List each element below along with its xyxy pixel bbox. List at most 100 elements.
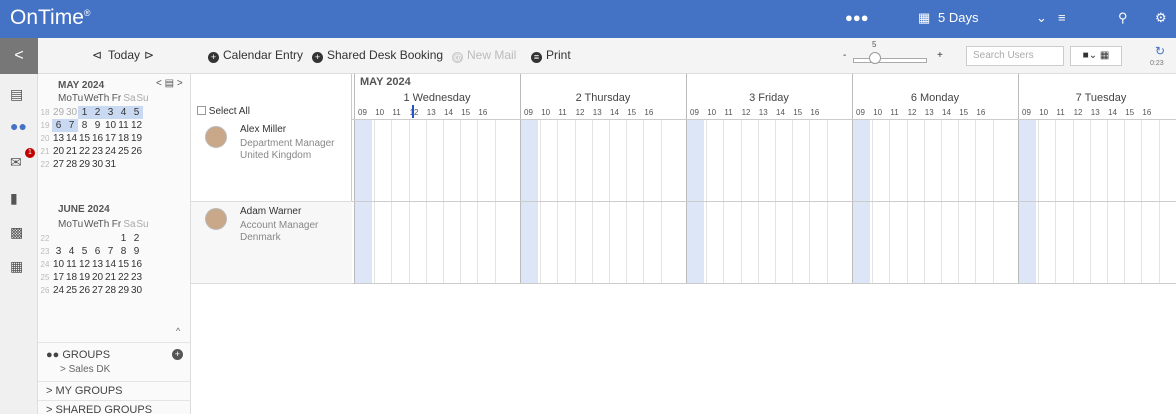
calendar-entry-button[interactable]: + Calendar Entry: [208, 48, 303, 63]
calendar-day[interactable]: 29: [52, 106, 65, 119]
calendar-day[interactable]: 7: [65, 119, 78, 132]
calendar-day[interactable]: 31: [104, 158, 117, 171]
groups-header[interactable]: ●● GROUPS +: [38, 342, 191, 364]
building-icon[interactable]: ▩: [10, 224, 23, 241]
day-header[interactable]: 6 Monday: [852, 92, 1018, 104]
calendar-day[interactable]: 21: [65, 145, 78, 158]
zoom-handle[interactable]: [869, 52, 881, 64]
zoom-slider[interactable]: [853, 58, 927, 63]
calendar-day[interactable]: 16: [130, 258, 143, 271]
new-mail-button[interactable]: @ New Mail: [452, 48, 516, 63]
calendar-day[interactable]: 29: [117, 284, 130, 297]
zoom-minus[interactable]: -: [843, 50, 846, 61]
add-group-icon[interactable]: +: [172, 349, 183, 360]
calendar-day[interactable]: 11: [65, 258, 78, 271]
people-icon[interactable]: ●●: [10, 118, 27, 134]
prev-button[interactable]: ⊲: [92, 48, 102, 62]
calendar-day[interactable]: 12: [130, 119, 143, 132]
gear-icon[interactable]: ⚙: [1155, 10, 1167, 26]
mail-icon[interactable]: ✉: [10, 154, 22, 171]
month-nav[interactable]: < ▤ >: [156, 78, 183, 89]
people-toggle-icon[interactable]: ●●●: [845, 10, 869, 25]
calendar-day[interactable]: 25: [117, 145, 130, 158]
calendar-day[interactable]: 8: [117, 245, 130, 258]
calendar-day[interactable]: 30: [130, 284, 143, 297]
calendar-day[interactable]: 24: [52, 284, 65, 297]
calendar-day[interactable]: 10: [52, 258, 65, 271]
shared-desk-button[interactable]: + Shared Desk Booking: [312, 48, 443, 63]
today-button[interactable]: Today: [108, 48, 140, 62]
select-all-checkbox[interactable]: Select All: [197, 106, 250, 117]
calendar-day[interactable]: 3: [104, 106, 117, 119]
calendar-day[interactable]: 12: [78, 258, 91, 271]
calendar-day[interactable]: 21: [104, 271, 117, 284]
calendar-day[interactable]: 13: [91, 258, 104, 271]
collapse-calendar-icon[interactable]: ^: [176, 326, 180, 336]
calendar-day[interactable]: 26: [78, 284, 91, 297]
zoom-plus[interactable]: +: [937, 50, 943, 61]
calendar-day[interactable]: 6: [91, 245, 104, 258]
calendar-day[interactable]: 23: [91, 145, 104, 158]
calendar-day[interactable]: 17: [52, 271, 65, 284]
calendar-view-icon[interactable]: ▦: [918, 10, 930, 26]
day-header[interactable]: 1 Wednesday: [354, 92, 520, 104]
person-row[interactable]: Alex Miller Department Manager United Ki…: [191, 120, 352, 202]
calendar-day[interactable]: 4: [65, 245, 78, 258]
calendar-day[interactable]: 4: [117, 106, 130, 119]
calendar-day[interactable]: 1: [78, 106, 91, 119]
calendar-day[interactable]: 1: [117, 232, 130, 245]
calendar-day[interactable]: 27: [52, 158, 65, 171]
calendar-day[interactable]: 25: [65, 284, 78, 297]
refresh-icon[interactable]: ↻: [1155, 44, 1165, 58]
day-header[interactable]: 2 Thursday: [520, 92, 686, 104]
apps-grid-icon[interactable]: ▦: [10, 258, 23, 275]
chevron-down-icon[interactable]: ⌄: [1036, 10, 1047, 26]
person-row[interactable]: Adam Warner Account Manager Denmark: [191, 202, 352, 284]
calendar-day[interactable]: 23: [130, 271, 143, 284]
next-button[interactable]: ⊳: [144, 48, 154, 62]
print-button[interactable]: ≡ Print: [531, 48, 571, 63]
calendar-day[interactable]: 9: [91, 119, 104, 132]
current-group[interactable]: > Sales DK: [38, 364, 191, 381]
calendar-day[interactable]: 27: [91, 284, 104, 297]
calendar-day[interactable]: 22: [78, 145, 91, 158]
calendar-day[interactable]: 28: [65, 158, 78, 171]
calendar-day[interactable]: 14: [65, 132, 78, 145]
calendar-day[interactable]: 18: [117, 132, 130, 145]
calendar-day[interactable]: 2: [91, 106, 104, 119]
calendar-day[interactable]: 20: [52, 145, 65, 158]
calendar-day[interactable]: 15: [78, 132, 91, 145]
calendar-day[interactable]: 2: [130, 232, 143, 245]
collapse-sidebar-button[interactable]: <: [0, 38, 38, 74]
day-header[interactable]: 3 Friday: [686, 92, 852, 104]
chart-icon[interactable]: ▮: [10, 190, 18, 207]
calendar-day[interactable]: 6: [52, 119, 65, 132]
calendar-day[interactable]: 8: [78, 119, 91, 132]
calendar-day[interactable]: 19: [130, 132, 143, 145]
calendar-day[interactable]: 13: [52, 132, 65, 145]
search-icon[interactable]: ⚲: [1118, 10, 1128, 26]
calendar-day[interactable]: 15: [117, 258, 130, 271]
calendar-day[interactable]: 26: [130, 145, 143, 158]
day-header[interactable]: 7 Tuesday: [1018, 92, 1176, 104]
calendar-day[interactable]: 20: [91, 271, 104, 284]
days-selector[interactable]: 5 Days: [938, 10, 978, 25]
calendar-day[interactable]: 3: [52, 245, 65, 258]
calendar-day[interactable]: 24: [104, 145, 117, 158]
calendar-day[interactable]: 28: [104, 284, 117, 297]
search-users-input[interactable]: Search Users: [966, 46, 1064, 66]
calendar-icon[interactable]: ▤: [10, 86, 23, 103]
calendar-day[interactable]: 16: [91, 132, 104, 145]
calendar-day[interactable]: 9: [130, 245, 143, 258]
filter-icon[interactable]: ≡: [1058, 10, 1066, 25]
calendar-day[interactable]: 30: [65, 106, 78, 119]
calendar-day[interactable]: 5: [130, 106, 143, 119]
calendar-day[interactable]: 17: [104, 132, 117, 145]
shared-groups[interactable]: > SHARED GROUPS: [38, 400, 191, 419]
calendar-day[interactable]: 29: [78, 158, 91, 171]
calendar-day[interactable]: 10: [104, 119, 117, 132]
calendar-day[interactable]: 19: [78, 271, 91, 284]
calendar-day[interactable]: 22: [117, 271, 130, 284]
user-filter-button[interactable]: ■⌄ ▦: [1070, 46, 1122, 66]
calendar-day[interactable]: 18: [65, 271, 78, 284]
